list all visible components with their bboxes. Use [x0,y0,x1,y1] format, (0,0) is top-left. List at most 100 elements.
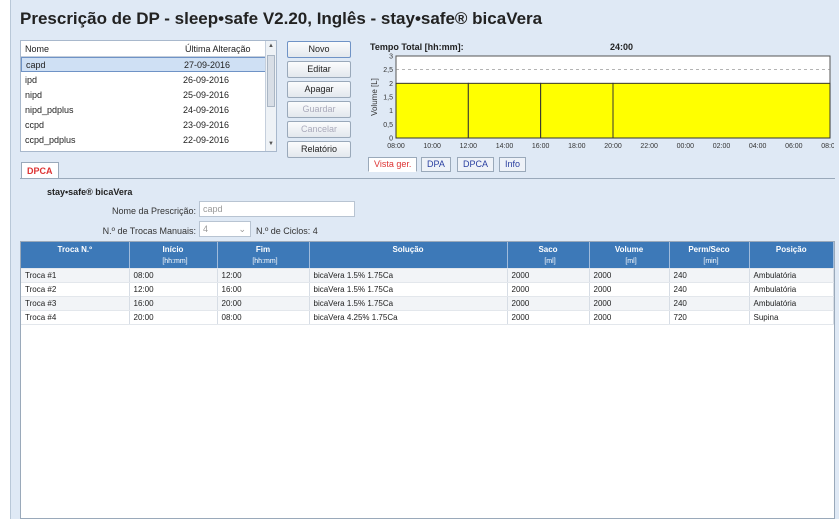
prescription-row[interactable]: capd 27-09-2016 [21,57,276,72]
col-volume[interactable]: Volume [589,242,670,256]
tab-divider [20,178,835,179]
x-tick-label: 18:00 [568,143,586,150]
total-time-value: 24:00 [610,42,634,52]
table-cell: 2000 [589,296,670,311]
tab-dpca[interactable]: DPCA [21,162,59,179]
exchange-table: Troca N.º Início Fim Solução Saco Volume… [20,241,835,519]
table-cell: 2000 [507,282,590,297]
x-tick-label: 00:00 [677,143,695,150]
table-row[interactable]: Troca #2 12:00 16:00 bicaVera 1.5% 1.75Ca 20… [21,282,834,297]
cancelar-button[interactable]: Cancelar [287,121,351,138]
col-date-header[interactable]: Última Alteração [181,44,261,54]
table-row[interactable]: Troca #3 16:00 20:00 bicaVera 1.5% 1.75Ca 20… [21,296,834,311]
prescription-name: ccpd_pdplus [25,134,76,145]
col-solucao[interactable]: Solução [309,242,508,256]
manual-exchanges-value: 4 [203,224,209,234]
y-axis-label: Volume [L] [370,78,379,116]
y-tick-label: 3 [389,54,393,61]
volume-segment [540,82,614,139]
x-tick-label: 06:00 [785,143,803,150]
table-row[interactable]: Troca #4 20:00 08:00 bicaVera 4.25% 1.75Ca 2… [21,310,834,325]
prescription-date: 22-09-2016 [183,134,230,145]
table-cell: Supina [749,310,834,325]
unit-cell [309,256,508,269]
col-fim[interactable]: Fim [217,242,310,256]
prescription-date: 25-09-2016 [183,89,230,100]
table-cell: bicaVera 1.5% 1.75Ca [309,282,508,297]
prescription-name: nipd [25,89,43,100]
manual-exchanges-label: N.º de Trocas Manuais: [102,226,196,236]
table-cell: 2000 [507,268,590,283]
tab-info[interactable]: Info [499,157,527,172]
unit-cell: [hh:mm] [217,256,310,269]
table-cell: 20:00 [217,296,310,311]
tab-dpca-chart[interactable]: DPCA [457,157,495,172]
table-cell: Ambulatória [749,268,834,283]
col-saco[interactable]: Saco [507,242,590,256]
tab-vista-ger[interactable]: Vista ger. [368,157,418,172]
prescription-row[interactable]: ipd 26-09-2016 [21,72,276,87]
volume-chart: 0 0,5 1 1,5 2 2,5 3 08:00 10:00 12:00 14:00 16:00 18… [370,54,834,151]
unit-cell [21,256,130,269]
col-name-header[interactable]: Nome [21,44,181,54]
manual-exchanges-select[interactable]: 4 ⌄ [199,221,251,237]
table-units-row: [hh:mm] [hh:mm] [ml] [ml] [min] [21,256,834,269]
table-cell: 20:00 [129,310,218,325]
table-cell: Troca #2 [21,282,130,297]
tab-dpa[interactable]: DPA [421,157,451,172]
total-time-label: Tempo Total [hh:mm]: [370,42,464,52]
col-troca[interactable]: Troca N.º [21,242,130,256]
novo-button[interactable]: Novo [287,41,351,58]
table-cell: bicaVera 1.5% 1.75Ca [309,296,508,311]
unit-cell: [hh:mm] [129,256,218,269]
scroll-down-icon[interactable]: ▼ [268,141,274,147]
x-tick-label: 22:00 [640,143,658,150]
table-row[interactable]: Troca #1 08:00 12:00 bicaVera 1.5% 1.75Ca 20… [21,268,834,283]
x-tick-label: 14:00 [496,143,514,150]
prescription-name-field[interactable]: capd [199,201,355,217]
table-cell: 240 [669,282,750,297]
table-cell: Troca #1 [21,268,130,283]
x-tick-label: 10:00 [423,143,441,150]
prescription-date: 26-09-2016 [183,74,230,85]
prescription-name: capd [26,59,46,70]
scroll-up-icon[interactable]: ▲ [268,43,274,49]
table-cell: bicaVera 1.5% 1.75Ca [309,268,508,283]
prescription-row[interactable]: nipd_pdplus 24-09-2016 [21,102,276,117]
volume-segment [467,82,542,139]
col-posicao[interactable]: Posição [749,242,834,256]
unit-cell: [ml] [589,256,670,269]
table-cell: 08:00 [217,310,310,325]
y-tick-label: 2 [389,81,393,88]
guardar-button[interactable]: Guardar [287,101,351,118]
table-cell: Troca #4 [21,310,130,325]
col-inicio[interactable]: Início [129,242,218,256]
col-perm-seco[interactable]: Perm/Seco [669,242,750,256]
prescription-row[interactable]: nipd 25-09-2016 [21,87,276,102]
prescription-name: nipd_pdplus [25,104,74,115]
prescription-row[interactable]: ccpd 23-09-2016 [21,117,276,132]
table-cell: 720 [669,310,750,325]
apagar-button[interactable]: Apagar [287,81,351,98]
unit-cell: [min] [669,256,750,269]
unit-cell [749,256,834,269]
cycles-count: N.º de Ciclos: 4 [256,226,318,236]
relatorio-button[interactable]: Relatório [287,141,351,158]
page-title: Prescrição de DP - sleep•safe V2.20, Ing… [20,9,543,28]
volume-segment [395,82,469,139]
prescription-date: 23-09-2016 [183,119,230,130]
prescription-row[interactable]: ccpd_pdplus 22-09-2016 [21,132,276,147]
table-cell: 240 [669,296,750,311]
prescription-date: 24-09-2016 [183,104,230,115]
scrollbar-thumb[interactable] [267,55,275,107]
prescription-list-scrollbar[interactable]: ▲ ▼ [265,41,276,151]
table-cell: 2000 [589,282,670,297]
table-cell: 240 [669,268,750,283]
device-name: stay•safe® bicaVera [47,187,133,197]
x-tick-label: 12:00 [460,143,478,150]
chevron-down-icon[interactable]: ⌄ [238,222,246,236]
editar-button[interactable]: Editar [287,61,351,78]
x-tick-label: 16:00 [532,143,550,150]
x-tick-label: 02:00 [713,143,731,150]
prescription-list[interactable]: Nome Última Alteração capd 27-09-2016 ip… [20,40,277,152]
